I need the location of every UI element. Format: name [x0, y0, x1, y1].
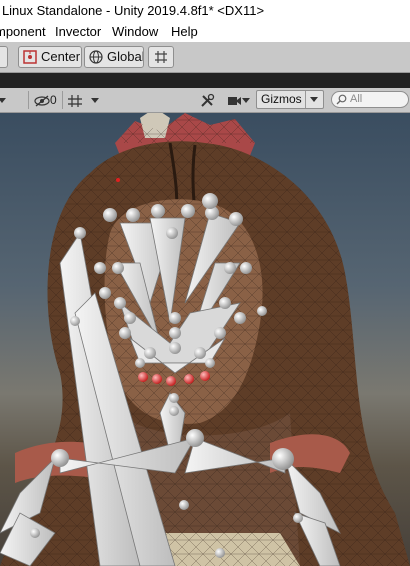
pivot-center-button[interactable]: Center: [18, 46, 82, 68]
pivot-label: Center: [41, 49, 81, 64]
eye-slash-icon: [34, 95, 50, 107]
center-icon: [23, 50, 37, 64]
scene-view-toolbar: 0 Gizmos All: [0, 88, 410, 113]
gizmos-label: Gizmos: [261, 92, 302, 106]
pivot-space-button[interactable]: Global: [84, 46, 144, 68]
dropdown-caret-icon: [242, 98, 250, 104]
scene-render: [0, 113, 410, 566]
menu-component[interactable]: mponent: [0, 22, 46, 42]
hidden-count: 0: [50, 93, 57, 107]
grid-dropdown[interactable]: [91, 90, 99, 110]
unity-editor: r Linux Standalone - Unity 2019.4.8f1* <…: [0, 0, 410, 566]
search-placeholder: All: [350, 93, 363, 105]
tools-icon: [201, 94, 215, 108]
menu-bar: mponent Invector Window Help: [0, 22, 410, 42]
separator: [28, 91, 29, 109]
grid-snap-icon: [155, 51, 167, 63]
tools-button[interactable]: [200, 90, 215, 110]
dropdown-caret-icon: [91, 98, 99, 104]
globe-icon: [89, 50, 103, 64]
grid-visibility-button[interactable]: [67, 90, 83, 110]
camera-icon: [228, 96, 241, 105]
search-icon: [336, 94, 347, 105]
menu-help[interactable]: Help: [171, 22, 198, 42]
menu-window[interactable]: Window: [112, 22, 158, 42]
snap-grid-button[interactable]: [148, 46, 174, 68]
window-titlebar: r Linux Standalone - Unity 2019.4.8f1* <…: [0, 0, 410, 22]
shading-dropdown[interactable]: [0, 90, 6, 110]
dropdown-caret-icon: [0, 98, 6, 104]
gizmos-dropdown[interactable]: Gizmos: [256, 90, 324, 109]
separator: [305, 91, 306, 108]
menu-invector[interactable]: Invector: [55, 22, 101, 42]
transform-tool-button[interactable]: [0, 46, 8, 68]
scene-viewport[interactable]: [0, 113, 410, 566]
camera-settings-button[interactable]: [227, 90, 250, 110]
window-title: r Linux Standalone - Unity 2019.4.8f1* <…: [0, 3, 265, 18]
hidden-objects-toggle[interactable]: 0: [34, 90, 57, 110]
dropdown-caret-icon: [310, 97, 318, 102]
separator: [62, 91, 63, 109]
grid-icon: [68, 94, 82, 107]
hierarchy-search-field[interactable]: All: [331, 91, 409, 108]
space-label: Global: [107, 49, 144, 64]
main-toolbar: Center Global: [0, 42, 410, 73]
